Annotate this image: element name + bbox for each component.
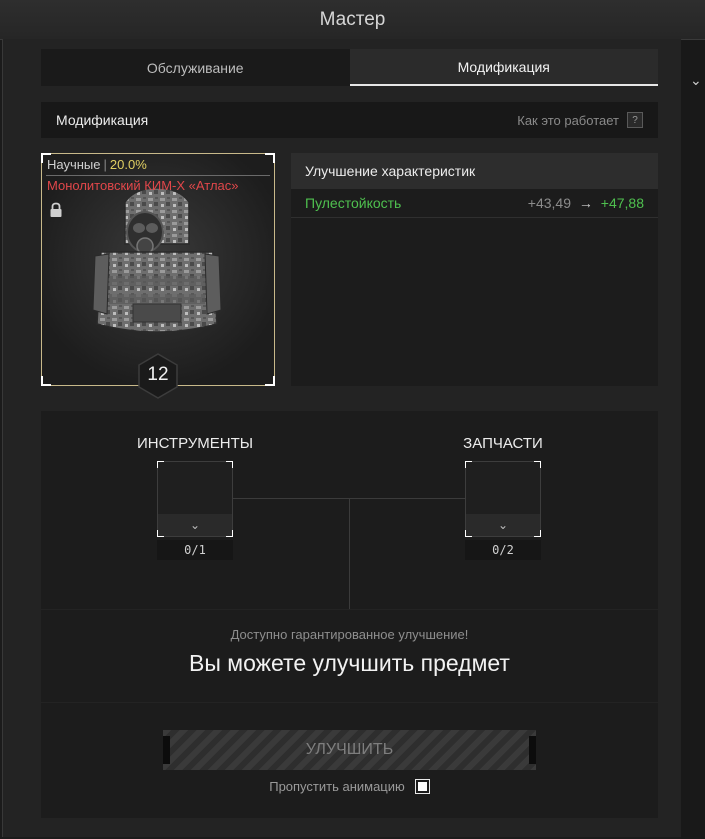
item-category-row: Научные | 20.0% [47, 157, 147, 172]
item-card[interactable]: Научные | 20.0% Монолитовский КИМ-Х «Атлас… [41, 153, 275, 399]
upgrade-status: Доступно гарантированное улучшение! Вы м… [41, 610, 658, 702]
stat-new-value: +47,88 [600, 195, 644, 211]
tools-column: ИНСТРУМЕНТЫ ⌄ 0/1 [105, 411, 285, 560]
stats-panel: Улучшение характеристик Пулестойкость +4… [291, 153, 658, 386]
how-it-works-label: Как это работает [517, 112, 619, 128]
corner-mark [265, 376, 275, 386]
skip-animation-label: Пропустить анимацию [269, 779, 405, 794]
parts-column: ЗАПЧАСТИ ⌄ 0/2 [413, 411, 593, 560]
chevron-down-icon[interactable]: ⌄ [466, 514, 540, 536]
item-level-badge: 12 [137, 353, 179, 399]
corner-mark [534, 461, 541, 468]
corner-mark [226, 461, 233, 468]
connector-line [349, 498, 350, 609]
window-titlebar: Мастер [0, 0, 705, 40]
item-category: Научные [47, 157, 101, 172]
corner-mark [41, 376, 51, 386]
item-level: 12 [147, 364, 169, 385]
help-icon[interactable]: ? [627, 112, 643, 128]
tools-slot[interactable]: ⌄ [157, 461, 233, 537]
parts-slot[interactable]: ⌄ [465, 461, 541, 537]
item-divider [46, 175, 270, 176]
stats-header: Улучшение характеристик [291, 153, 658, 189]
section-title: Модификация [56, 112, 149, 128]
button-cap [529, 736, 536, 764]
status-subtitle: Доступно гарантированное улучшение! [230, 627, 469, 642]
armor-icon [92, 187, 222, 333]
checkbox-mark [417, 782, 427, 791]
stat-old-value: +43,49 [527, 195, 571, 211]
item-name: Монолитовский КИМ-Х «Атлас» [47, 178, 239, 193]
stat-values: +43,49 → +47,88 [528, 195, 644, 211]
action-panel: УЛУЧШИТЬ Пропустить анимацию [41, 703, 658, 818]
corner-mark [265, 153, 275, 163]
arrow-right-icon: → [578, 195, 593, 211]
tools-title: ИНСТРУМЕНТЫ [136, 435, 254, 452]
lock-icon [50, 202, 62, 217]
skip-animation-checkbox[interactable] [414, 779, 430, 794]
tab-maintenance[interactable]: Обслуживание [41, 49, 350, 86]
how-it-works-link[interactable]: Как это работает ? [517, 112, 643, 128]
button-cap [163, 736, 170, 764]
chevron-down-icon[interactable]: ⌄ [690, 72, 702, 89]
upgrade-button[interactable]: УЛУЧШИТЬ [163, 730, 536, 770]
tools-count: 0/1 [157, 540, 233, 560]
upgrade-button-label: УЛУЧШИТЬ [305, 741, 394, 758]
skip-animation-row: Пропустить анимацию [41, 779, 658, 794]
parts-count: 0/2 [465, 540, 541, 560]
item-separator: | [103, 157, 107, 172]
window-title: Мастер [319, 8, 386, 30]
item-percent: 20.0% [109, 157, 147, 172]
tab-modification-label: Модификация [457, 58, 550, 75]
stat-name: Пулестойкость [305, 195, 402, 211]
tab-bar: Обслуживание Модификация [41, 49, 658, 86]
side-panel-edge [681, 40, 705, 839]
stat-row: Пулестойкость +43,49 → +47,88 [291, 189, 658, 218]
chevron-down-icon[interactable]: ⌄ [158, 514, 232, 536]
section-header: Модификация Как это работает ? [41, 102, 658, 138]
corner-mark [157, 461, 164, 468]
parts-title: ЗАПЧАСТИ [463, 435, 543, 452]
corner-mark [465, 461, 472, 468]
materials-panel: ИНСТРУМЕНТЫ ⌄ 0/1 ЗАПЧАСТИ ⌄ 0/2 [41, 411, 658, 609]
status-message: Вы можете улучшить предмет [189, 650, 510, 676]
tab-modification[interactable]: Модификация [349, 49, 658, 86]
tab-maintenance-label: Обслуживание [146, 59, 244, 76]
